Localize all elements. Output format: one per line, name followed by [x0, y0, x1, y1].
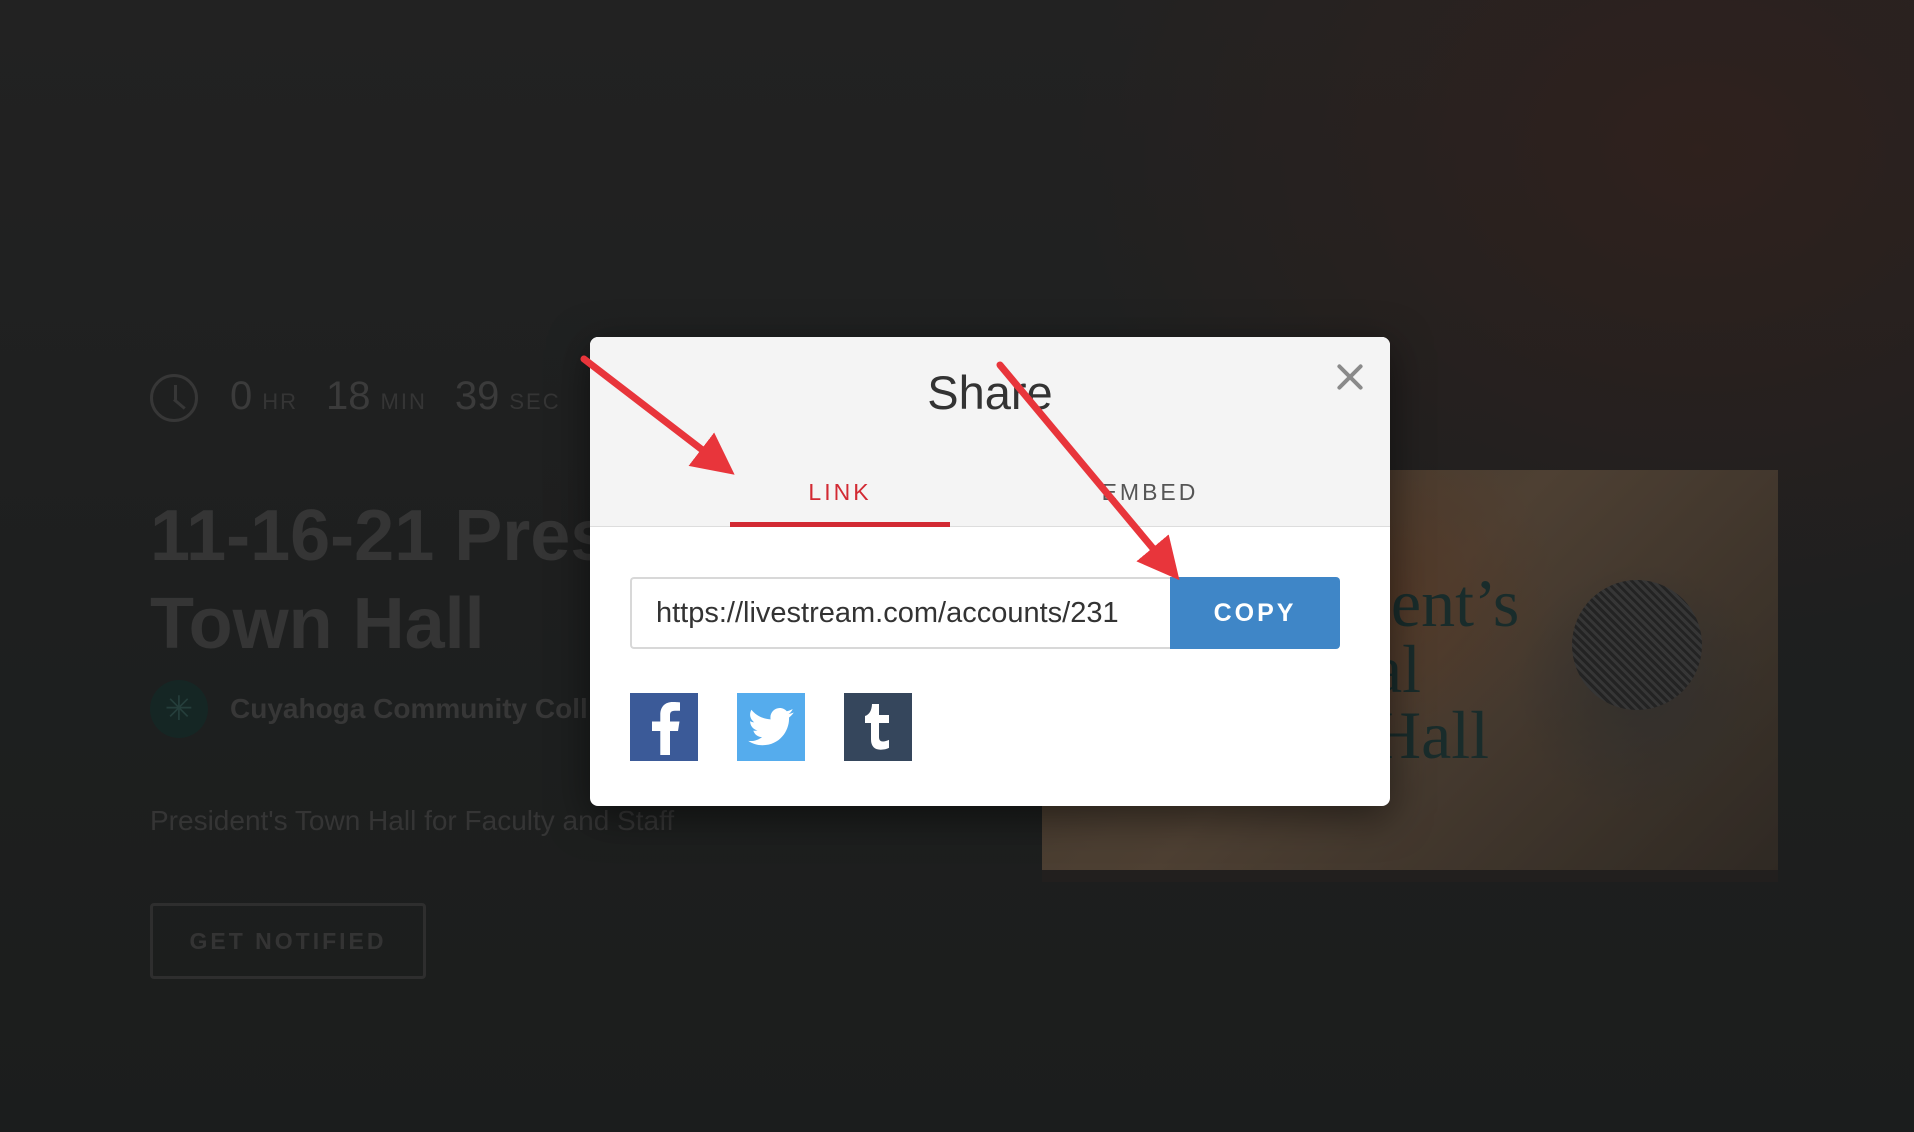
facebook-icon — [652, 702, 680, 755]
tumblr-share-button[interactable] — [844, 693, 912, 761]
share-tabs: LINK EMBED — [590, 462, 1390, 527]
share-modal-header: Share LINK EMBED — [590, 337, 1390, 527]
share-link-row: COPY — [630, 577, 1340, 649]
copy-button[interactable]: COPY — [1170, 577, 1340, 649]
share-url-input[interactable] — [630, 577, 1170, 649]
tab-embed[interactable]: EMBED — [1040, 462, 1260, 527]
twitter-share-button[interactable] — [737, 693, 805, 761]
tumblr-icon — [865, 704, 889, 750]
tab-link[interactable]: LINK — [730, 462, 950, 527]
twitter-icon — [748, 708, 794, 746]
share-modal: Share LINK EMBED COPY — [590, 337, 1390, 806]
share-modal-title: Share — [927, 366, 1053, 419]
close-icon[interactable] — [1330, 357, 1370, 397]
social-share-row — [630, 693, 912, 761]
facebook-share-button[interactable] — [630, 693, 698, 761]
